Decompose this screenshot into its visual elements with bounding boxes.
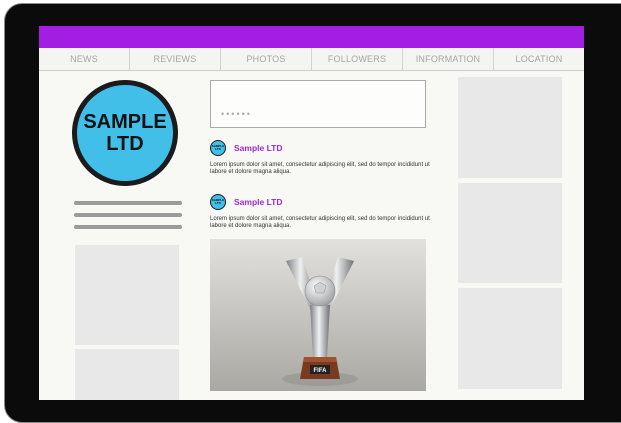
post-input[interactable]: •••••• <box>210 80 426 128</box>
post-author-name[interactable]: Sample LTD <box>234 197 283 207</box>
avatar[interactable]: SAMPLE LTD <box>210 140 226 156</box>
app-screen: NEWS REVIEWS PHOTOS FOLLOWERS INFORMATIO… <box>39 26 584 400</box>
post-text: Lorem ipsum dolor sit amet, consectetur … <box>210 216 430 229</box>
post-photo[interactable]: FIFA <box>210 239 426 391</box>
logo-text-line1: SAMPLE <box>83 111 167 133</box>
logo-badge: SAMPLE LTD <box>77 85 173 181</box>
left-placeholder-panel <box>75 245 179 345</box>
logo-text-line2: LTD <box>106 133 144 155</box>
top-bar <box>39 26 584 48</box>
feed-post: SAMPLE LTD Sample LTD Lorem ipsum dolor … <box>210 139 430 176</box>
input-placeholder-dots: •••••• <box>221 109 252 119</box>
tab-location[interactable]: LOCATION <box>494 48 584 70</box>
trophy-label: FIFA <box>314 368 328 374</box>
post-author-name[interactable]: Sample LTD <box>234 143 283 153</box>
tab-followers[interactable]: FOLLOWERS <box>312 48 403 70</box>
right-placeholder-panel <box>458 183 562 283</box>
left-placeholder-panel <box>75 349 179 400</box>
feed-post: SAMPLE LTD Sample LTD Lorem ipsum dolor … <box>210 193 430 230</box>
nav-tabs: NEWS REVIEWS PHOTOS FOLLOWERS INFORMATIO… <box>39 48 584 71</box>
avatar-text: LTD <box>215 147 221 151</box>
placeholder-text-line <box>74 201 182 205</box>
right-placeholder-panel <box>458 288 562 389</box>
company-logo: SAMPLE LTD <box>72 80 178 186</box>
tab-photos[interactable]: PHOTOS <box>221 48 312 70</box>
right-placeholder-panel <box>458 77 562 178</box>
tab-reviews[interactable]: REVIEWS <box>130 48 221 70</box>
placeholder-text-line <box>74 213 182 217</box>
placeholder-text-line <box>74 225 182 229</box>
tab-information[interactable]: INFORMATION <box>403 48 494 70</box>
avatar[interactable]: SAMPLE LTD <box>210 194 226 210</box>
avatar-text: LTD <box>215 201 221 205</box>
trophy-image: FIFA <box>282 257 358 386</box>
tab-news[interactable]: NEWS <box>39 48 130 70</box>
post-text: Lorem ipsum dolor sit amet, consectetur … <box>210 162 430 175</box>
